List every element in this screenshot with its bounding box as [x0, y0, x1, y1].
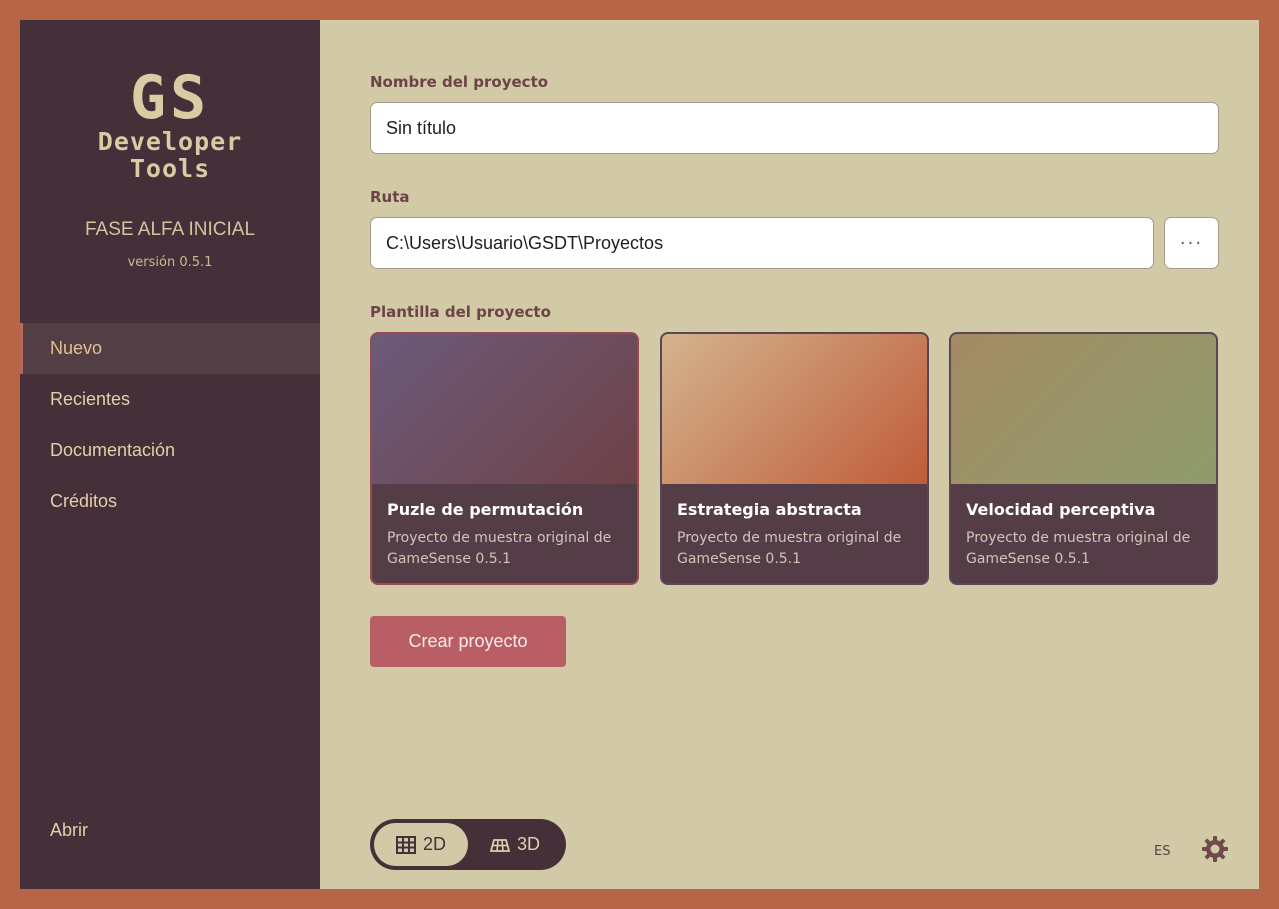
logo-gs: GS: [129, 63, 211, 133]
sidebar-item-documentacion[interactable]: Documentación: [20, 425, 320, 476]
gear-icon[interactable]: [1201, 835, 1229, 863]
phase-label: FASE ALFA INICIAL: [84, 219, 256, 240]
path-input[interactable]: C:\Users\Usuario\GSDT\Proyectos: [370, 217, 1154, 269]
sidebar-item-recientes[interactable]: Recientes: [20, 374, 320, 425]
project-name-value: Sin título: [386, 117, 457, 138]
template-card-puzle[interactable]: Puzle de permutación Proyecto de muestra…: [370, 332, 639, 585]
ellipsis-icon: ···: [1179, 232, 1204, 254]
app-logo: GS Developer Tools: [20, 68, 320, 182]
template-description: Proyecto de muestra original de GameSens…: [387, 530, 612, 567]
dimension-toggle: 2D 3D: [370, 819, 566, 870]
template-thumbnail: [662, 334, 927, 484]
project-name-label: Nombre del proyecto: [370, 73, 549, 91]
open-button[interactable]: Abrir: [50, 820, 88, 841]
toggle-2d[interactable]: 2D: [374, 823, 468, 866]
template-title: Velocidad perceptiva: [966, 500, 1156, 519]
grid-perspective-icon: [489, 838, 510, 852]
version-label: versión 0.5.1: [127, 255, 213, 270]
toggle-2d-label: 2D: [422, 834, 446, 854]
grid-icon: [395, 835, 416, 854]
sidebar: GS Developer Tools FASE ALFA INICIAL ver…: [20, 20, 320, 889]
template-thumbnail: [372, 334, 637, 484]
template-card-estrategia[interactable]: Estrategia abstracta Proyecto de muestra…: [660, 332, 929, 585]
toggle-3d-label: 3D: [516, 834, 540, 854]
create-project-button[interactable]: Crear proyecto: [370, 616, 566, 667]
template-title: Puzle de permutación: [387, 500, 584, 519]
language-selector[interactable]: ES: [1154, 844, 1170, 859]
template-list: Puzle de permutación Proyecto de muestra…: [370, 332, 1219, 585]
logo-developer: Developer: [97, 127, 243, 156]
path-value: C:\Users\Usuario\GSDT\Proyectos: [386, 232, 664, 253]
browse-button[interactable]: ···: [1164, 217, 1219, 269]
template-card-velocidad[interactable]: Velocidad perceptiva Proyecto de muestra…: [949, 332, 1218, 585]
sidebar-item-nuevo[interactable]: Nuevo: [20, 323, 320, 374]
app-window: GS Developer Tools FASE ALFA INICIAL ver…: [20, 20, 1259, 889]
sidebar-item-creditos[interactable]: Créditos: [20, 476, 320, 527]
toggle-3d[interactable]: 3D: [468, 823, 562, 866]
logo-tools: Tools: [129, 154, 211, 183]
template-description: Proyecto de muestra original de GameSens…: [677, 530, 902, 567]
path-label: Ruta: [370, 188, 410, 206]
sidebar-nav: Nuevo Recientes Documentación Créditos: [20, 323, 320, 527]
template-title: Estrategia abstracta: [677, 500, 862, 519]
template-label: Plantilla del proyecto: [370, 303, 551, 321]
project-name-input[interactable]: Sin título: [370, 102, 1219, 154]
template-thumbnail: [951, 334, 1216, 484]
main-panel: Nombre del proyecto Sin título Ruta C:\U…: [320, 20, 1259, 889]
template-description: Proyecto de muestra original de GameSens…: [966, 530, 1191, 567]
